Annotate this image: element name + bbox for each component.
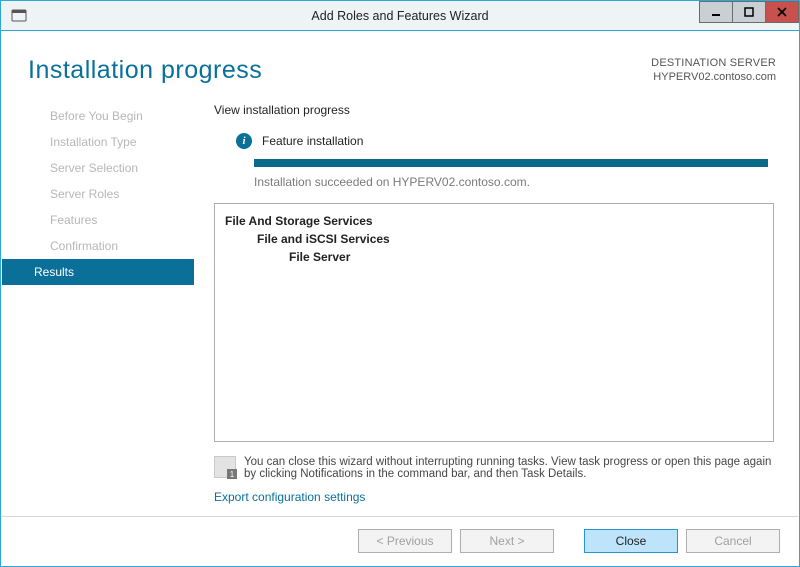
destination-label: DESTINATION SERVER: [651, 56, 776, 70]
info-label: Feature installation: [262, 134, 363, 148]
result-item: File and iSCSI Services: [225, 230, 763, 248]
info-row: i Feature installation: [236, 133, 774, 149]
step-results: Results: [2, 259, 194, 285]
cancel-button: Cancel: [686, 529, 780, 553]
step-features: Features: [2, 207, 194, 233]
destination-info: DESTINATION SERVER HYPERV02.contoso.com: [651, 56, 776, 85]
result-item: File And Storage Services: [225, 212, 763, 230]
step-installation-type: Installation Type: [2, 129, 194, 155]
status-text: Installation succeeded on HYPERV02.conto…: [254, 175, 774, 189]
close-button[interactable]: Close: [584, 529, 678, 553]
step-confirmation: Confirmation: [2, 233, 194, 259]
step-before-you-begin: Before You Begin: [2, 103, 194, 129]
header-row: Installation progress DESTINATION SERVER…: [2, 32, 798, 97]
content-area: Installation progress DESTINATION SERVER…: [2, 32, 798, 565]
minimize-button[interactable]: [699, 1, 733, 23]
progress-bar: [254, 159, 768, 167]
titlebar: Add Roles and Features Wizard: [1, 1, 799, 31]
app-icon: [7, 4, 31, 28]
window-controls: [700, 1, 799, 23]
result-item: File Server: [225, 248, 763, 266]
next-button: Next >: [460, 529, 554, 553]
destination-server: HYPERV02.contoso.com: [651, 70, 776, 84]
step-server-roles: Server Roles: [2, 181, 194, 207]
subheading: View installation progress: [214, 103, 774, 117]
flag-notification-icon: [214, 456, 236, 478]
main-panel: View installation progress i Feature ins…: [194, 97, 798, 516]
body-row: Before You Begin Installation Type Serve…: [2, 97, 798, 516]
tip-row: You can close this wizard without interr…: [214, 456, 774, 480]
wizard-window: Add Roles and Features Wizard Installati…: [0, 0, 800, 567]
info-icon: i: [236, 133, 252, 149]
previous-button: < Previous: [358, 529, 452, 553]
footer-buttons: < Previous Next > Close Cancel: [2, 516, 798, 565]
tip-text: You can close this wizard without interr…: [244, 456, 774, 480]
close-window-button[interactable]: [765, 1, 799, 23]
wizard-steps-sidebar: Before You Begin Installation Type Serve…: [2, 97, 194, 516]
window-title: Add Roles and Features Wizard: [1, 9, 799, 23]
page-title: Installation progress: [28, 56, 262, 85]
export-config-link[interactable]: Export configuration settings: [214, 490, 774, 504]
results-box[interactable]: File And Storage Services File and iSCSI…: [214, 203, 774, 442]
maximize-button[interactable]: [732, 1, 766, 23]
step-server-selection: Server Selection: [2, 155, 194, 181]
